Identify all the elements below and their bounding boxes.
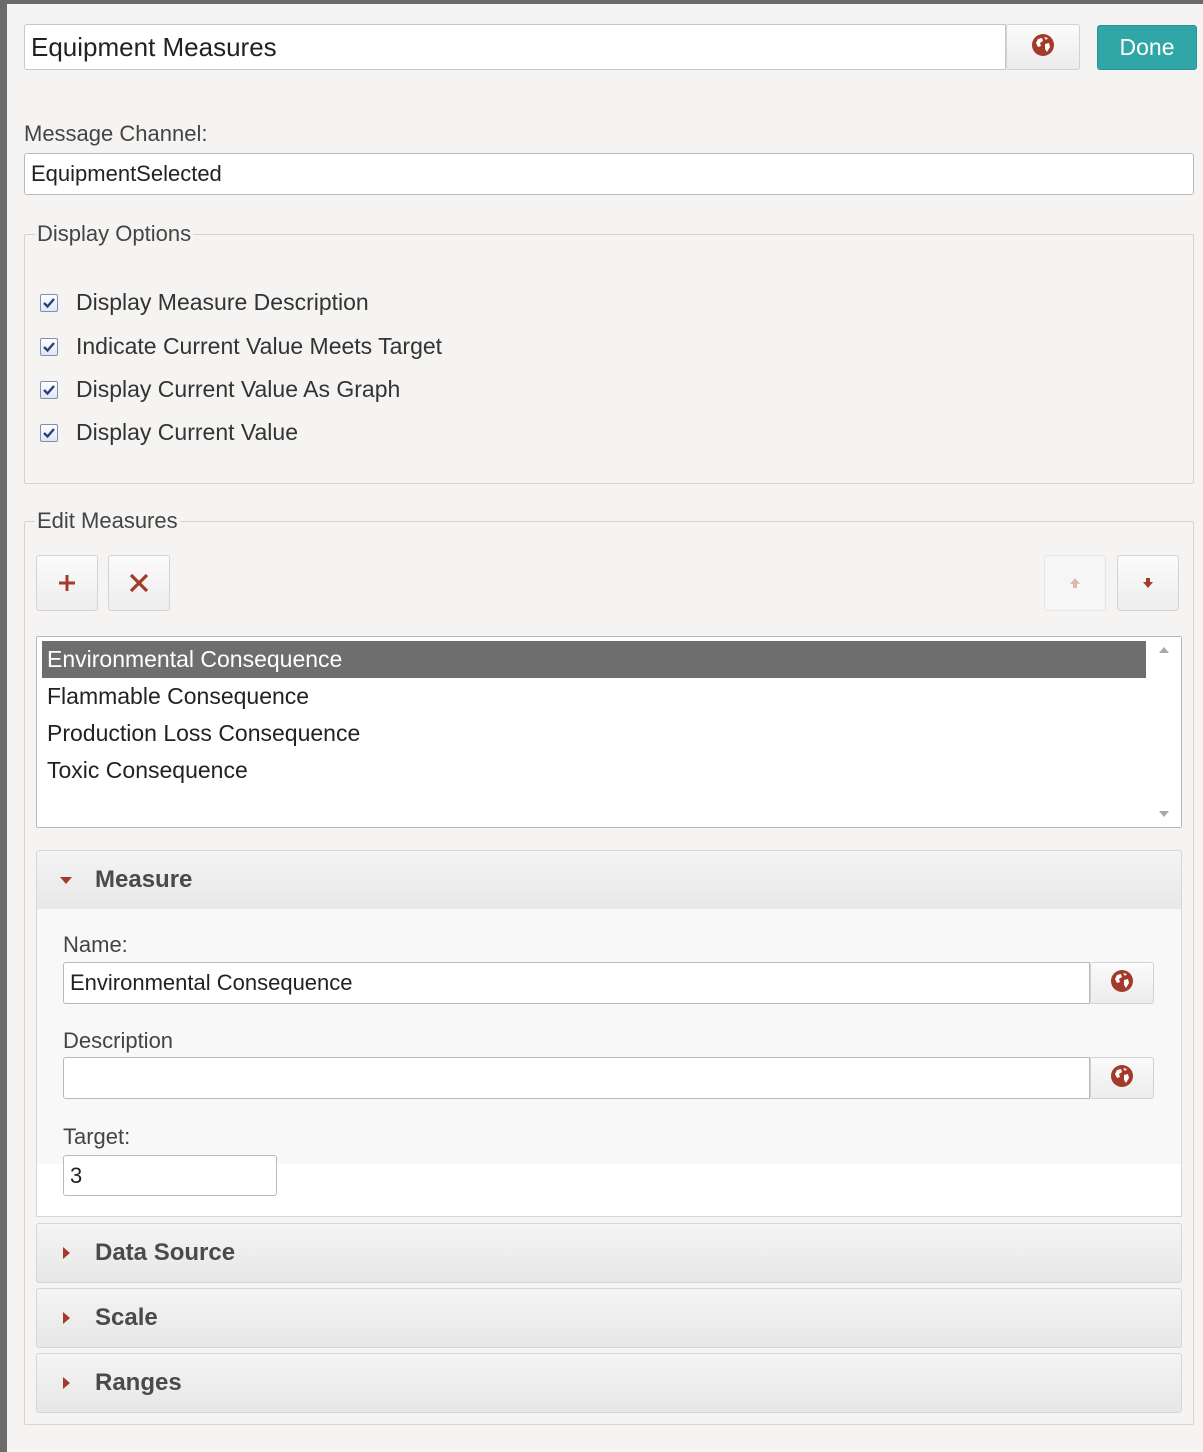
list-item[interactable]: Toxic Consequence [42,752,1146,789]
indicate-current-value-option[interactable]: Indicate Current Value Meets Target [40,333,442,360]
caret-right-icon [62,1377,70,1389]
scroll-up-icon[interactable] [1159,647,1169,653]
display-current-value-option[interactable]: Display Current Value [40,419,298,446]
checkmark-icon [43,427,55,438]
edit-measures-legend: Edit Measures [37,508,178,533]
message-channel-input[interactable]: EquipmentSelected [24,153,1194,195]
measure-section-header[interactable]: Measure [36,850,1182,910]
data-source-section-header[interactable]: Data Source [36,1223,1182,1283]
indicate-current-value-label: Indicate Current Value Meets Target [76,333,443,359]
arrow-up-icon [1070,578,1080,588]
ranges-section-header[interactable]: Ranges [36,1353,1182,1413]
plus-icon [59,575,75,591]
list-item[interactable]: Flammable Consequence [42,678,1146,715]
data-source-section-title: Data Source [95,1239,236,1266]
message-channel-label: Message Channel: [24,121,208,146]
description-label: Description [63,1028,174,1053]
scale-section-header[interactable]: Scale [36,1288,1182,1348]
title-input[interactable]: Equipment Measures [24,24,1006,70]
checkmark-icon [43,341,55,352]
display-current-value-label: Display Current Value [76,419,299,445]
title-translate-button[interactable] [1006,24,1080,70]
display-current-value-checkbox[interactable] [40,423,58,442]
name-translate-button[interactable] [1090,962,1154,1004]
list-item[interactable]: Environmental Consequence [42,641,1146,678]
move-up-button[interactable] [1044,555,1106,611]
display-options-legend: Display Options [37,221,192,246]
name-label: Name: [63,932,128,957]
done-button[interactable]: Done [1097,25,1197,70]
ranges-section-title: Ranges [95,1369,182,1396]
move-down-button[interactable] [1117,555,1179,611]
measure-section-title: Measure [95,866,193,893]
indicate-current-value-checkbox[interactable] [40,337,58,356]
add-measure-button[interactable] [36,555,98,611]
scroll-down-icon[interactable] [1159,811,1169,817]
measures-listbox[interactable]: Environmental Consequence Flammable Cons… [36,636,1182,828]
target-label: Target: [63,1124,131,1149]
globe-icon [1110,969,1134,998]
delete-measure-button[interactable] [108,555,170,611]
display-value-as-graph-option[interactable]: Display Current Value As Graph [40,376,400,403]
display-measure-description-option[interactable]: Display Measure Description [40,289,369,316]
checkmark-icon [43,297,55,308]
globe-icon [1110,1064,1134,1093]
checkmark-icon [43,384,55,395]
display-value-as-graph-label: Display Current Value As Graph [76,376,401,402]
target-input[interactable]: 3 [63,1155,277,1196]
description-translate-button[interactable] [1090,1057,1154,1099]
list-item[interactable]: Production Loss Consequence [42,715,1146,752]
display-measure-description-checkbox[interactable] [40,293,58,312]
close-icon [129,573,149,593]
display-value-as-graph-checkbox[interactable] [40,380,58,399]
window-frame-left [0,0,7,1452]
measure-name-input[interactable]: Environmental Consequence [63,962,1090,1004]
caret-right-icon [62,1312,70,1324]
caret-right-icon [62,1247,70,1259]
list-scrollbar[interactable] [1148,637,1181,827]
globe-icon [1031,33,1055,62]
measure-description-input[interactable] [63,1057,1090,1099]
display-measure-description-label: Display Measure Description [76,289,369,315]
arrow-down-icon [1143,578,1153,588]
caret-down-icon [60,876,72,884]
scale-section-title: Scale [95,1304,158,1331]
